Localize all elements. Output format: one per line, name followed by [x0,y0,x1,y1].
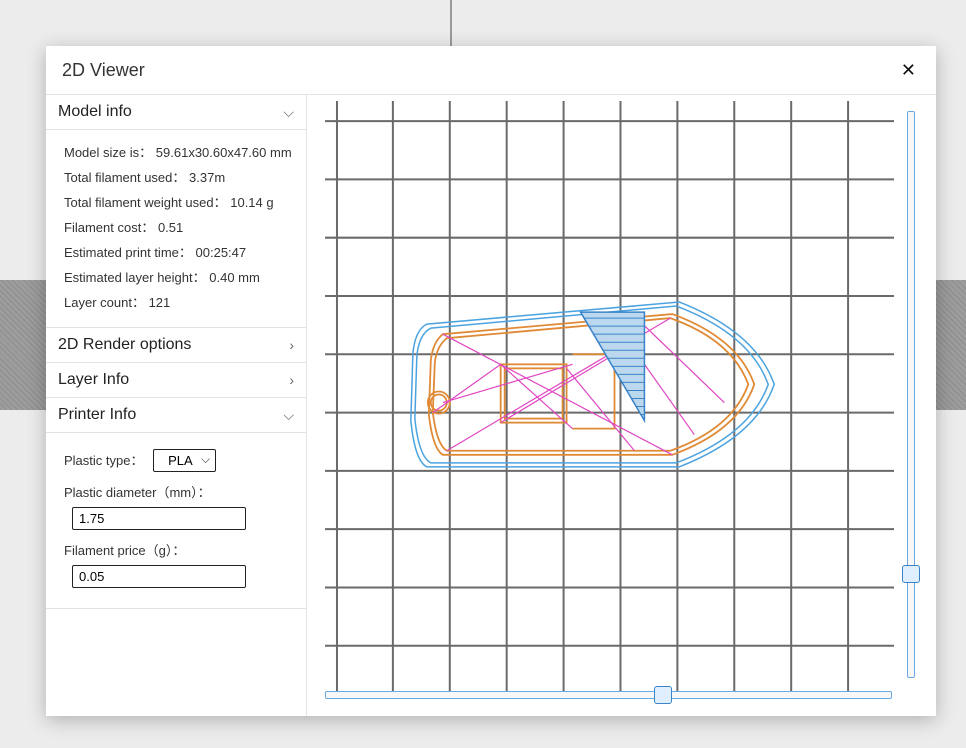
filament-weight-value: 10.14 g [230,195,273,210]
price-row: Filament price（g）： [64,540,294,588]
viewer-canvas[interactable] [325,101,894,694]
plastic-type-row: Plastic type： PLA [64,449,294,472]
layer-count-key: Layer count [64,295,145,310]
chevron-right-icon: › [289,337,294,353]
horizontal-slider-track [325,691,892,699]
layer-height-key: Estimated layer height [64,270,206,285]
layer-count-value: 121 [149,295,171,310]
model-size-key: Model size is [64,145,152,160]
dialog-body: Model info ⌵ Model size is 59.61x30.60x4… [46,94,936,716]
price-label: Filament price（g）： [64,540,185,559]
viewer-area [307,95,936,716]
diameter-input[interactable] [72,507,246,530]
section-body-model-info: Model size is 59.61x30.60x47.60 mm Total… [46,130,306,328]
section-header-model-info[interactable]: Model info ⌵ [46,95,306,130]
filament-used-key: Total filament used [64,170,185,185]
section-title: 2D Render options [58,336,191,354]
price-input[interactable] [72,565,246,588]
chevron-down-icon: ⌵ [283,407,294,424]
filament-weight-row: Total filament weight used 10.14 g [64,192,294,211]
horizontal-slider[interactable] [325,686,892,704]
section-body-printer-info: Plastic type： PLA Plastic diameter（mm）： … [46,433,306,609]
vertical-slider-track [907,111,915,678]
plastic-type-select[interactable]: PLA [153,449,216,472]
viewer-dialog: 2D Viewer ✕ Model info ⌵ Model size is 5… [46,46,936,716]
filament-cost-value: 0.51 [158,220,183,235]
section-header-render-options[interactable]: 2D Render options › [46,328,306,363]
diameter-label: Plastic diameter（mm）： [64,482,211,501]
close-icon[interactable]: ✕ [897,56,920,85]
filament-weight-key: Total filament weight used [64,195,227,210]
layer-height-row: Estimated layer height 0.40 mm [64,267,294,286]
print-time-row: Estimated print time 00:25:47 [64,242,294,261]
print-time-key: Estimated print time [64,245,192,260]
chevron-right-icon: › [289,372,294,388]
model-size-row: Model size is 59.61x30.60x47.60 mm [64,142,294,161]
filament-cost-row: Filament cost 0.51 [64,217,294,236]
section-title: Model info [58,103,132,121]
dialog-title: 2D Viewer [62,60,145,81]
section-header-printer-info[interactable]: Printer Info ⌵ [46,398,306,433]
section-title: Layer Info [58,371,129,389]
layer-height-value: 0.40 mm [209,270,260,285]
plastic-type-label: Plastic type： [64,450,143,469]
horizontal-slider-thumb[interactable] [654,686,672,704]
filament-used-value: 3.37m [189,170,225,185]
model-size-value: 59.61x30.60x47.60 mm [156,145,292,160]
background-divider [450,0,452,50]
dialog-titlebar: 2D Viewer ✕ [46,46,936,94]
vertical-slider-thumb[interactable] [902,565,920,583]
chevron-down-icon: ⌵ [283,104,294,121]
sidebar: Model info ⌵ Model size is 59.61x30.60x4… [46,95,307,716]
filament-used-row: Total filament used 3.37m [64,167,294,186]
section-title: Printer Info [58,406,136,424]
section-header-layer-info[interactable]: Layer Info › [46,363,306,398]
print-time-value: 00:25:47 [196,245,247,260]
layer-count-row: Layer count 121 [64,292,294,311]
layer-preview-svg [325,101,894,694]
vertical-slider[interactable] [902,111,920,678]
diameter-row: Plastic diameter（mm）： [64,482,294,530]
filament-cost-key: Filament cost [64,220,154,235]
